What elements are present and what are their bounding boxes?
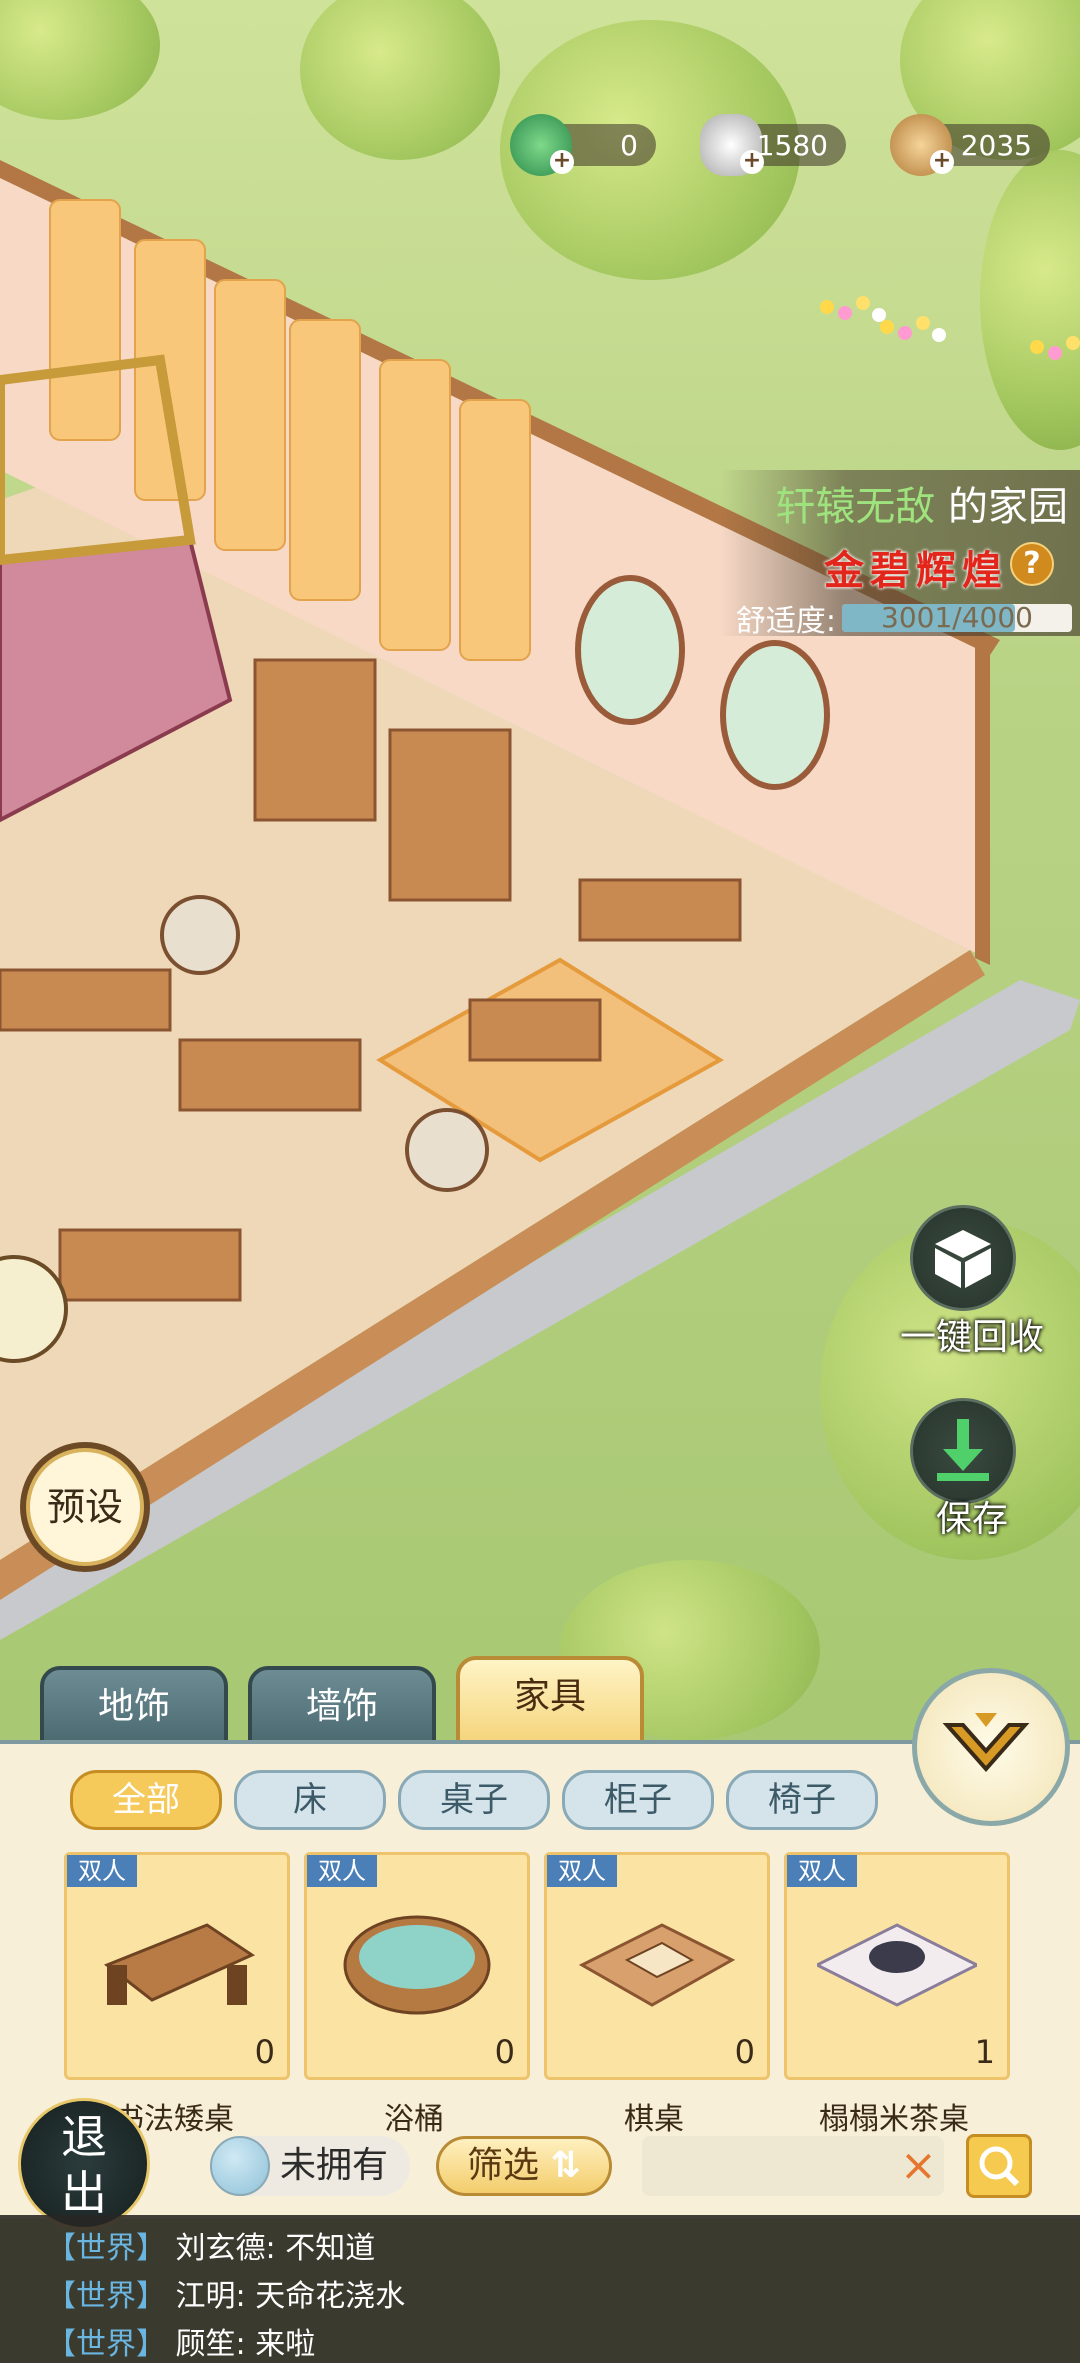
save-button[interactable] xyxy=(910,1398,1016,1504)
chat-text: 不知道 xyxy=(285,2231,376,2266)
chip-table[interactable]: 桌子 xyxy=(398,1770,550,1830)
chat-text: 天命花浇水 xyxy=(255,2279,406,2314)
chip-all[interactable]: 全部 xyxy=(70,1770,222,1830)
collapse-button[interactable] xyxy=(912,1668,1070,1826)
plus-icon[interactable]: + xyxy=(550,150,574,174)
toggle-circle-icon xyxy=(210,2136,270,2196)
not-owned-label: 未拥有 xyxy=(280,2145,389,2186)
furniture-card[interactable]: 双人 0 xyxy=(64,1852,290,2080)
preset-button[interactable]: 预设 xyxy=(26,1448,144,1566)
furniture-card[interactable]: 双人 1 xyxy=(784,1852,1010,2080)
item-count: 0 xyxy=(254,2033,275,2071)
double-badge: 双人 xyxy=(307,1855,377,1887)
item-name: 浴桶 xyxy=(384,2102,444,2137)
search-input[interactable] xyxy=(642,2136,944,2196)
chip-cabinet[interactable]: 柜子 xyxy=(562,1770,714,1830)
filter-button[interactable]: 筛选 ⇅ xyxy=(436,2136,612,2196)
copper-value: 2035 xyxy=(960,128,1032,162)
exit-label: 退出 xyxy=(61,2110,107,2220)
search-icon xyxy=(979,2146,1020,2187)
item-name: 榻榻米茶桌 xyxy=(819,2102,969,2137)
owner-suffix: 的家园 xyxy=(948,484,1068,530)
box-icon xyxy=(935,1230,991,1288)
double-badge: 双人 xyxy=(67,1855,137,1887)
tab-wall-decor[interactable]: 墙饰 xyxy=(248,1666,436,1748)
chat-user[interactable]: 顾笙 xyxy=(176,2327,236,2362)
jade-value: 0 xyxy=(620,128,638,162)
recycle-label[interactable]: 一键回收 xyxy=(900,1308,1044,1360)
double-badge: 双人 xyxy=(547,1855,617,1887)
comfort-label: 舒适度: xyxy=(735,604,836,639)
tatami-tea-table-icon xyxy=(817,1923,977,2007)
help-icon[interactable]: ? xyxy=(1010,542,1054,586)
chat-message: 【世界】 刘玄德: 不知道 xyxy=(46,2231,376,2266)
download-icon xyxy=(937,1419,989,1481)
sort-arrows-icon: ⇅ xyxy=(550,2145,581,2186)
chip-bed[interactable]: 床 xyxy=(234,1770,386,1830)
comfort-bar: 3001/4000 xyxy=(842,604,1072,632)
home-owner-title: 轩辕无敌 的家园 xyxy=(775,474,1068,532)
save-label[interactable]: 保存 xyxy=(936,1490,1008,1542)
chat-user[interactable]: 江明 xyxy=(176,2279,236,2314)
exit-button[interactable]: 退出 xyxy=(18,2098,150,2230)
chat-channel: 【世界】 xyxy=(46,2279,166,2314)
chat-text: 来啦 xyxy=(255,2327,316,2362)
plus-icon[interactable]: + xyxy=(930,150,954,174)
clear-icon[interactable]: × xyxy=(900,2136,937,2196)
not-owned-toggle[interactable]: 未拥有 xyxy=(210,2136,410,2196)
chat-user[interactable]: 刘玄德 xyxy=(176,2231,266,2266)
tab-floor-decor[interactable]: 地饰 xyxy=(40,1666,228,1748)
chat-message: 【世界】 顾笙: 来啦 xyxy=(46,2327,316,2362)
calligraphy-desk-icon xyxy=(104,1923,256,2005)
chat-message: 【世界】 江明: 天命花浇水 xyxy=(46,2279,406,2314)
furniture-card[interactable]: 双人 0 xyxy=(544,1852,770,2080)
chat-feed[interactable]: 【世界】 刘玄德: 不知道 【世界】 江明: 天命花浇水 【世界】 顾笙: 来啦 xyxy=(0,2215,1080,2363)
bathtub-icon xyxy=(343,1915,491,2015)
chip-chair[interactable]: 椅子 xyxy=(726,1770,878,1830)
home-rank: 金碧辉煌 xyxy=(824,547,1008,594)
furniture-card[interactable]: 双人 0 xyxy=(304,1852,530,2080)
chat-channel: 【世界】 xyxy=(46,2327,166,2362)
comfort-meter: 舒适度: 3001/4000 xyxy=(736,596,1072,640)
comfort-value: 3001/4000 xyxy=(881,601,1033,634)
search-button[interactable] xyxy=(966,2134,1032,2198)
owner-name[interactable]: 轩辕无敌 xyxy=(775,484,935,530)
chevron-down-icon xyxy=(942,1713,1030,1773)
double-badge: 双人 xyxy=(787,1855,857,1887)
silver-currency[interactable]: + 1580 xyxy=(700,114,846,176)
item-count: 0 xyxy=(494,2033,515,2071)
item-count: 1 xyxy=(974,2033,995,2071)
silver-value: 1580 xyxy=(756,128,828,162)
recycle-button[interactable] xyxy=(910,1205,1016,1311)
filter-label: 筛选 xyxy=(467,2145,540,2186)
copper-currency[interactable]: + 2035 xyxy=(890,114,1050,176)
chat-channel: 【世界】 xyxy=(46,2231,166,2266)
item-count: 0 xyxy=(734,2033,755,2071)
tab-furniture[interactable]: 家具 xyxy=(456,1656,644,1748)
item-name: 棋桌 xyxy=(624,2102,684,2137)
chess-table-icon xyxy=(578,1923,736,2007)
jade-currency[interactable]: + 0 xyxy=(510,114,656,176)
